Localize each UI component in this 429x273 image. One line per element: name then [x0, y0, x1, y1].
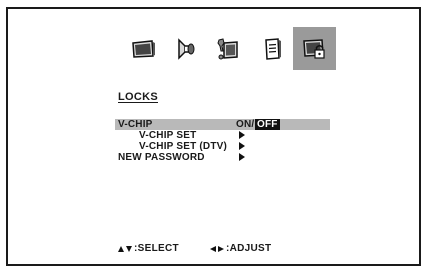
- v-chip-on-option[interactable]: ON/: [236, 119, 254, 130]
- submenu-arrow-icon: [239, 131, 245, 139]
- menu-icon-bar: [121, 27, 336, 70]
- menu-tab-setup[interactable]: [207, 27, 250, 70]
- locks-icon: [302, 38, 325, 59]
- right-arrow-icon: [218, 245, 224, 252]
- footer-adjust-hint: :ADJUST: [210, 243, 271, 254]
- menu-tab-features[interactable]: [250, 27, 293, 70]
- footer-select-hint: :SELECT: [118, 243, 179, 254]
- menu-item-label: NEW PASSWORD: [118, 152, 205, 163]
- menu-item-v-chip[interactable]: V-CHIP ON/ OFF: [115, 119, 330, 130]
- adjust-hint-label: :ADJUST: [226, 243, 272, 254]
- select-hint-label: :SELECT: [134, 243, 179, 254]
- setup-icon: [216, 37, 238, 59]
- left-arrow-icon: [210, 245, 216, 252]
- v-chip-off-option[interactable]: OFF: [255, 119, 280, 130]
- features-icon: [264, 37, 281, 60]
- menu-item-label: V-CHIP SET (DTV): [139, 141, 228, 152]
- submenu-arrow-icon: [239, 153, 245, 161]
- menu-item-v-chip-set[interactable]: V-CHIP SET: [115, 130, 330, 141]
- submenu-arrow-icon: [239, 142, 245, 150]
- menu-item-label: V-CHIP SET: [139, 130, 197, 141]
- menu-tab-locks[interactable]: [293, 27, 336, 70]
- menu-item-new-password[interactable]: NEW PASSWORD: [115, 152, 330, 163]
- menu-item-v-chip-set-dtv[interactable]: V-CHIP SET (DTV): [115, 141, 330, 152]
- menu-item-label: V-CHIP: [118, 119, 153, 130]
- tv-menu-frame: LOCKS V-CHIP ON/ OFF V-CHIP SET V-CHIP S…: [6, 7, 421, 266]
- up-arrow-icon: [118, 245, 124, 252]
- down-arrow-icon: [126, 245, 132, 252]
- menu-tab-picture[interactable]: [121, 27, 164, 70]
- menu-title: LOCKS: [118, 91, 158, 103]
- audio-icon: [177, 37, 194, 60]
- menu-tab-audio[interactable]: [164, 27, 207, 70]
- locks-menu-list: V-CHIP ON/ OFF V-CHIP SET V-CHIP SET (DT…: [115, 119, 330, 163]
- picture-icon: [131, 39, 155, 58]
